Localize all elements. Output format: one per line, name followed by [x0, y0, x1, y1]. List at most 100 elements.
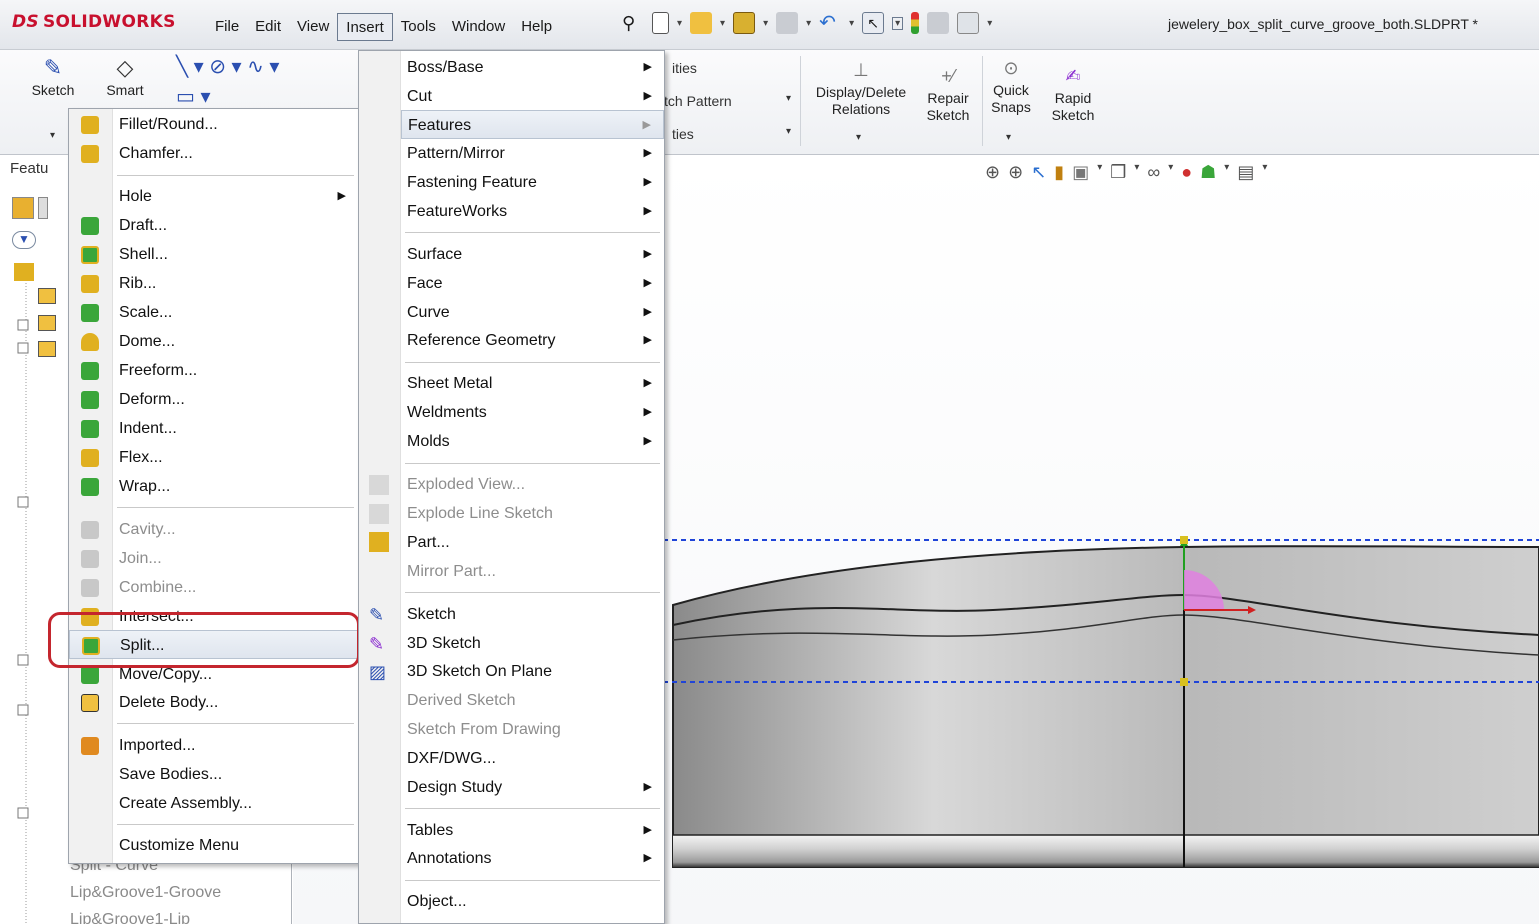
menu-item-sketch[interactable]: Sketch	[401, 600, 664, 629]
convert-entities-label[interactable]: ities	[672, 60, 697, 76]
menu-item-chamfer[interactable]: Chamfer...	[69, 139, 358, 168]
menu-item-3d-sketch[interactable]: 3D Sketch	[401, 629, 664, 658]
menu-item-cut[interactable]: Cut ▶	[401, 82, 664, 111]
menu-item-fastening-feature[interactable]: Fastening Feature ▶	[401, 168, 664, 197]
solidworks-logo[interactable]: DS SOLIDWORKS	[12, 12, 176, 32]
new-document-icon[interactable]	[652, 12, 669, 34]
options-icon[interactable]	[957, 12, 980, 34]
section-view-icon[interactable]: ▮	[1054, 162, 1064, 183]
menu-item-indent[interactable]: Indent...	[69, 414, 358, 443]
menu-item-reference-geometry[interactable]: Reference Geometry ▶	[401, 326, 664, 355]
menu-item-save-bodies[interactable]: Save Bodies...	[69, 760, 358, 789]
chevron-down-icon[interactable]: ▾	[849, 18, 854, 29]
menu-item-rib[interactable]: Rib...	[69, 269, 358, 298]
menu-item-delete-body[interactable]: Delete Body...	[69, 688, 358, 717]
chevron-down-icon[interactable]: ▾	[856, 132, 861, 143]
menu-item-face[interactable]: Face ▶	[401, 269, 664, 298]
menu-item-customize-menu[interactable]: Customize Menu	[69, 831, 358, 860]
menu-view[interactable]: View	[289, 13, 337, 41]
view-orientation-icon[interactable]: ▣	[1072, 162, 1089, 183]
chevron-down-icon[interactable]: ▾	[763, 18, 768, 29]
menu-item-create-assembly[interactable]: Create Assembly...	[69, 789, 358, 818]
menu-file[interactable]: File	[207, 13, 247, 41]
menu-item-sketch-from-drawing[interactable]: Sketch From Drawing	[401, 715, 664, 744]
menu-item-surface[interactable]: Surface ▶	[401, 240, 664, 269]
menu-item-scale[interactable]: Scale...	[69, 298, 358, 327]
rectangle-tool-icon[interactable]: ▭ ▾	[176, 84, 211, 109]
save-icon[interactable]	[733, 12, 756, 34]
pin-icon[interactable]: ⚲	[622, 12, 644, 34]
zoom-to-fit-icon[interactable]: ⊕	[985, 162, 1000, 183]
menu-insert[interactable]: Insert	[337, 13, 393, 41]
chevron-down-icon[interactable]: ▾	[677, 18, 682, 29]
menu-item-sheet-metal[interactable]: Sheet Metal ▶	[401, 369, 664, 398]
menu-item-draft[interactable]: Draft...	[69, 211, 358, 240]
open-folder-icon[interactable]	[690, 12, 713, 34]
chevron-down-icon[interactable]: ▾	[720, 18, 725, 29]
chevron-down-icon[interactable]: ▾	[987, 18, 992, 29]
menu-item-deform[interactable]: Deform...	[69, 385, 358, 414]
menu-edit[interactable]: Edit	[247, 13, 289, 41]
menu-item-hole[interactable]: Hole ▶	[69, 182, 358, 211]
tab-features[interactable]: Featu	[10, 160, 48, 177]
quick-snaps-button[interactable]: ⊙ Quick Snaps	[986, 56, 1036, 116]
menu-item-curve[interactable]: Curve ▶	[401, 298, 664, 327]
menu-tools[interactable]: Tools	[393, 13, 444, 41]
menu-window[interactable]: Window	[444, 13, 513, 41]
menu-item-freeform[interactable]: Freeform...	[69, 356, 358, 385]
menu-item-dome[interactable]: Dome...	[69, 327, 358, 356]
chevron-down-icon[interactable]: ▾	[892, 16, 904, 30]
chevron-down-icon[interactable]: ▾	[1262, 162, 1267, 183]
tree-item-lip-groove-groove[interactable]: Lip&Groove1-Groove	[70, 884, 221, 902]
menu-item-features[interactable]: Features ▶	[401, 110, 664, 139]
menu-item-tables[interactable]: Tables ▶	[401, 816, 664, 845]
part-icon[interactable]	[14, 263, 34, 281]
menu-item-3d-sketch-on-plane[interactable]: 3D Sketch On Plane	[401, 657, 664, 686]
linear-sketch-pattern-label[interactable]: tch Pattern	[664, 93, 732, 109]
tree-item-lip-groove-lip[interactable]: Lip&Groove1-Lip	[70, 911, 190, 924]
solid-bodies-icon[interactable]	[38, 341, 56, 357]
move-entities-label[interactable]: ties	[672, 126, 694, 142]
repair-sketch-button[interactable]: +⁄ Repair Sketch	[922, 64, 974, 124]
menu-item-boss-base[interactable]: Boss/Base ▶	[401, 53, 664, 82]
line-tool-icon[interactable]: ╲ ▾ ⊘ ▾ ∿ ▾	[176, 54, 279, 79]
menu-item-design-study[interactable]: Design Study ▶	[401, 773, 664, 802]
view-settings-icon[interactable]: ▤	[1237, 162, 1254, 183]
select-cursor-icon[interactable]: ↖	[862, 12, 885, 34]
rapid-sketch-button[interactable]: ✍ Rapid Sketch	[1046, 64, 1100, 124]
hide-show-items-icon[interactable]: ∞	[1147, 162, 1160, 183]
chevron-down-icon[interactable]: ▾	[1224, 162, 1229, 183]
menu-help[interactable]: Help	[513, 13, 560, 41]
feature-tree-tab-icon[interactable]	[12, 197, 34, 219]
menu-item-weldments[interactable]: Weldments ▶	[401, 398, 664, 427]
menu-item-molds[interactable]: Molds ▶	[401, 427, 664, 456]
apply-scene-icon[interactable]: ☗	[1200, 162, 1216, 183]
menu-item-object[interactable]: Object...	[401, 887, 664, 916]
property-tab-icon[interactable]	[38, 197, 48, 219]
menu-item-exploded-view[interactable]: Exploded View...	[401, 470, 664, 499]
filter-icon[interactable]: ▼	[12, 231, 36, 249]
sketch-options-chevron[interactable]: ▾	[50, 130, 55, 141]
menu-item-flex[interactable]: Flex...	[69, 443, 358, 472]
sensors-icon[interactable]	[38, 288, 56, 304]
chevron-down-icon[interactable]: ▾	[786, 126, 791, 137]
chevron-down-icon[interactable]: ▾	[786, 93, 791, 104]
menu-item-derived-sketch[interactable]: Derived Sketch	[401, 686, 664, 715]
menu-item-annotations[interactable]: Annotations ▶	[401, 844, 664, 873]
chevron-down-icon[interactable]: ▾	[806, 18, 811, 29]
menu-item-shell[interactable]: Shell...	[69, 240, 358, 269]
menu-item-featureworks[interactable]: FeatureWorks ▶	[401, 197, 664, 226]
print-icon[interactable]	[776, 12, 799, 34]
chevron-down-icon[interactable]: ▾	[1168, 162, 1173, 183]
display-style-icon[interactable]: ❒	[1110, 162, 1126, 183]
zoom-to-area-icon[interactable]: ⊕	[1008, 162, 1023, 183]
menu-item-mirror-part[interactable]: Mirror Part...	[401, 557, 664, 586]
previous-view-icon[interactable]: ↖	[1031, 162, 1046, 183]
menu-item-cavity[interactable]: Cavity...	[69, 515, 358, 544]
undo-icon[interactable]: ↶	[819, 12, 841, 34]
edit-appearance-icon[interactable]: ●	[1181, 162, 1192, 183]
menu-item-wrap[interactable]: Wrap...	[69, 472, 358, 501]
menu-item-pattern-mirror[interactable]: Pattern/Mirror ▶	[401, 139, 664, 168]
rebuild-icon[interactable]	[911, 12, 920, 34]
file-properties-icon[interactable]	[927, 12, 950, 34]
